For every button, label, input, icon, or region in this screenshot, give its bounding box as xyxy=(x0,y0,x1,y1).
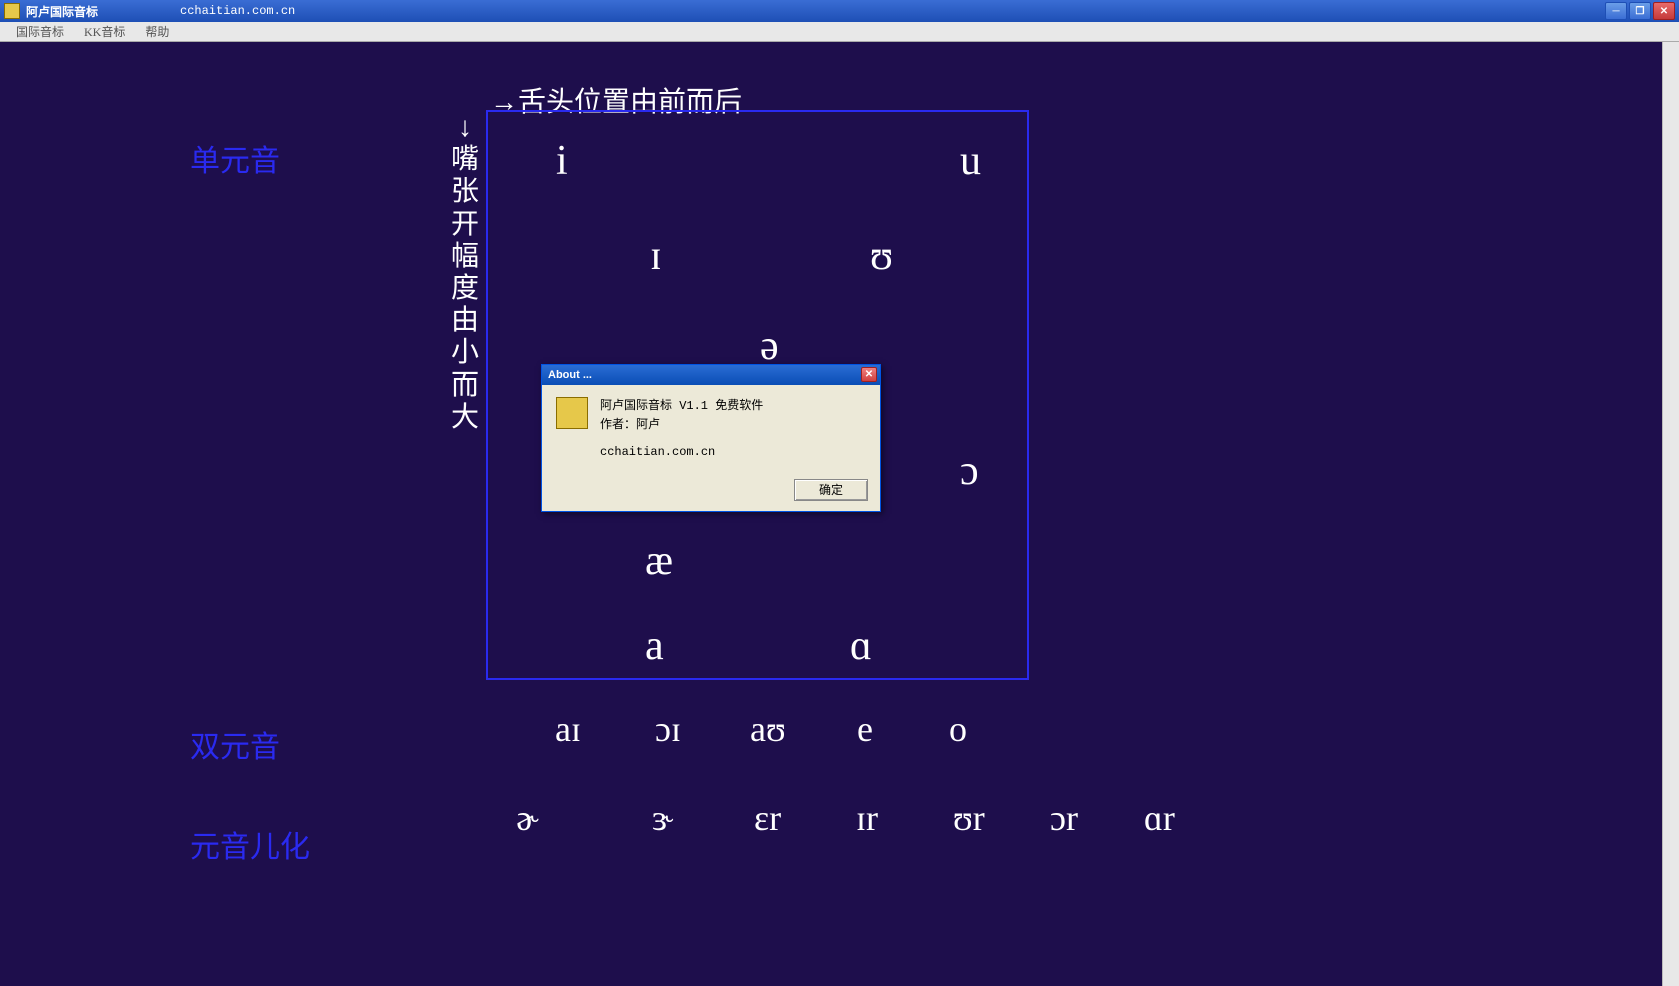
minimize-button[interactable]: ─ xyxy=(1605,2,1627,20)
phoneme-small-u[interactable]: ʊ xyxy=(870,232,893,280)
rcolored-ir[interactable]: ɪr xyxy=(856,797,878,839)
section-monophthong-label: 单元音 xyxy=(190,136,280,180)
dialog-app-icon xyxy=(556,397,588,429)
dialog-line1: 阿卢国际音标 V1.1 免费软件 xyxy=(600,397,763,416)
window-url: cchaitian.com.cn xyxy=(180,4,295,18)
dialog-body: 阿卢国际音标 V1.1 免费软件 作者：阿卢 cchaitian.com.cn xyxy=(542,385,880,473)
diphthong-o[interactable]: o xyxy=(949,708,967,750)
dialog-ok-button[interactable]: 确定 xyxy=(794,479,868,501)
menu-kk[interactable]: KK音标 xyxy=(74,23,135,40)
dialog-line3: cchaitian.com.cn xyxy=(600,443,763,462)
about-dialog: About ... ✕ 阿卢国际音标 V1.1 免费软件 作者：阿卢 cchai… xyxy=(541,364,881,512)
menu-ipa[interactable]: 国际音标 xyxy=(6,23,74,40)
dialog-line2: 作者：阿卢 xyxy=(600,416,763,435)
vertical-scrollbar[interactable] xyxy=(1662,42,1679,986)
window-title: 阿卢国际音标 xyxy=(24,3,98,20)
rcolored-ar[interactable]: ɑr xyxy=(1144,797,1175,839)
phoneme-a[interactable]: a xyxy=(645,622,664,670)
diphthong-au[interactable]: aʊ xyxy=(750,708,786,750)
rcolored-3r[interactable]: ɝ xyxy=(652,797,673,839)
phoneme-small-i[interactable]: ɪ xyxy=(650,232,662,280)
menubar: 国际音标 KK音标 帮助 xyxy=(0,22,1679,42)
phoneme-ae[interactable]: æ xyxy=(645,537,673,585)
menu-help[interactable]: 帮助 xyxy=(135,23,179,40)
section-diphthong-label: 双元音 xyxy=(190,722,280,766)
titlebar: 阿卢国际音标 cchaitian.com.cn ─ ❐ ✕ xyxy=(0,0,1679,22)
dialog-titlebar[interactable]: About ... ✕ xyxy=(542,365,880,385)
diphthong-oi[interactable]: ɔɪ xyxy=(655,708,681,750)
phoneme-i[interactable]: i xyxy=(556,137,568,185)
dialog-title-text: About ... xyxy=(548,369,592,381)
phoneme-open-o[interactable]: ɔ xyxy=(960,447,979,495)
window-controls: ─ ❐ ✕ xyxy=(1605,2,1675,20)
rcolored-or[interactable]: ɔr xyxy=(1050,797,1078,839)
diphthong-e[interactable]: e xyxy=(857,708,873,750)
dialog-close-button[interactable]: ✕ xyxy=(861,367,877,382)
diphthong-ai[interactable]: aɪ xyxy=(555,708,581,750)
phoneme-schwa[interactable]: ə xyxy=(760,322,779,370)
left-axis-label: ↓嘴张开幅度由小而大 xyxy=(450,112,480,434)
rcolored-ur[interactable]: ʊr xyxy=(953,797,985,839)
phoneme-u[interactable]: u xyxy=(960,137,981,185)
close-button[interactable]: ✕ xyxy=(1653,2,1675,20)
app-icon xyxy=(4,3,20,19)
maximize-button[interactable]: ❐ xyxy=(1629,2,1651,20)
dialog-footer: 确定 xyxy=(542,473,880,511)
rcolored-er[interactable]: ɛr xyxy=(754,797,781,839)
phoneme-back-a[interactable]: ɑ xyxy=(850,622,872,670)
dialog-text: 阿卢国际音标 V1.1 免费软件 作者：阿卢 cchaitian.com.cn xyxy=(600,397,763,463)
content-area: →舌头位置由前而后 ↓嘴张开幅度由小而大 单元音 双元音 元音儿化 i u ɪ … xyxy=(0,42,1679,986)
section-rcolored-label: 元音儿化 xyxy=(190,822,310,866)
rcolored-schwa-r[interactable]: ɚ xyxy=(516,797,539,839)
